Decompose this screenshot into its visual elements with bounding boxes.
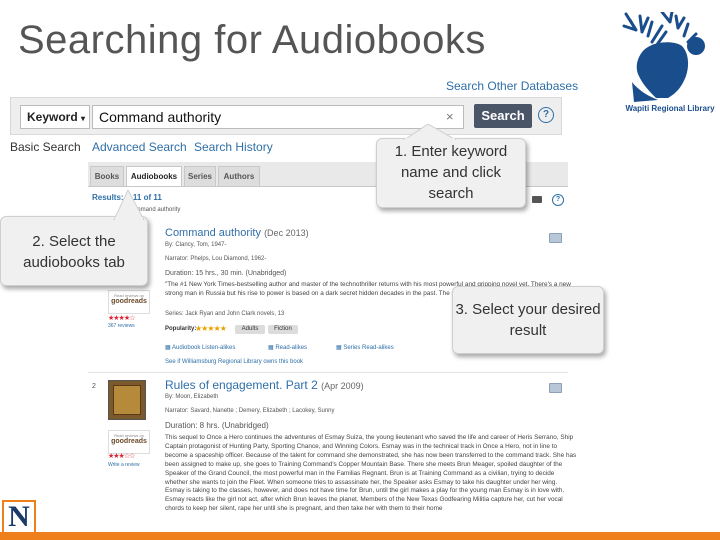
result2-duration: Duration: 8 hrs. (Unabridged) bbox=[165, 421, 269, 430]
result-divider bbox=[88, 372, 568, 373]
search-other-databases-link[interactable]: Search Other Databases bbox=[446, 79, 578, 93]
tab-books[interactable]: Books bbox=[90, 166, 124, 186]
callout-step2-text: 2. Select the audiobooks tab bbox=[23, 233, 125, 271]
result1-tag-fiction[interactable]: Fiction bbox=[268, 325, 298, 334]
help-icon[interactable]: ? bbox=[538, 107, 554, 123]
result1-readalikes-link[interactable]: ▦ Read-alikes bbox=[268, 344, 307, 351]
n-logo: N bbox=[2, 500, 36, 534]
search-button[interactable]: Search bbox=[474, 104, 532, 128]
result1-narrator: Narrator: Phelps, Lou Diamond, 1962- bbox=[165, 256, 267, 262]
result1-popularity-stars: ★★★★★ bbox=[195, 324, 227, 333]
result2-cover-image[interactable] bbox=[108, 380, 146, 420]
tab-audiobooks[interactable]: Audiobooks bbox=[126, 166, 182, 186]
result1-popularity-label: Popularity: bbox=[165, 326, 197, 332]
goodreads-logo: goodreads bbox=[111, 438, 147, 445]
print-icon[interactable] bbox=[532, 196, 542, 203]
slide-title: Searching for Audiobooks bbox=[18, 18, 486, 62]
result2-goodreads-stars: ★★★☆☆ bbox=[108, 453, 135, 460]
tab-authors[interactable]: Authors bbox=[218, 166, 260, 186]
result2-add-folder-icon[interactable] bbox=[549, 383, 562, 393]
search-history-link[interactable]: Search History bbox=[194, 140, 273, 154]
callout-step2-pointer bbox=[113, 190, 145, 220]
callout-step1-text: 1. Enter keyword name and click search bbox=[394, 143, 508, 202]
result1-series[interactable]: Series: Jack Ryan and John Clark novels,… bbox=[165, 311, 284, 317]
result2-narrator: Narrator: Savard, Nanette ; Demery, Eliz… bbox=[165, 408, 335, 414]
result1-goodreads-badge[interactable]: Read reviews on goodreads bbox=[108, 290, 150, 314]
readalikes-icon: ▦ bbox=[268, 345, 274, 351]
result1-add-folder-icon[interactable] bbox=[549, 233, 562, 243]
result1-tag-adults[interactable]: Adults bbox=[235, 325, 265, 334]
callout-step2: 2. Select the audiobooks tab bbox=[0, 216, 148, 286]
result1-date: (Dec 2013) bbox=[264, 228, 309, 238]
readalikes-label[interactable]: Read-alikes bbox=[275, 345, 307, 351]
series-readalikes-icon: ▦ bbox=[336, 345, 342, 351]
result1-title[interactable]: Command authority bbox=[165, 227, 261, 239]
series-readalikes-label[interactable]: Series Read-alikes bbox=[343, 345, 393, 351]
tab-series[interactable]: Series bbox=[184, 166, 216, 186]
result1-goodreads-stars: ★★★★☆ bbox=[108, 315, 135, 322]
result2-date: (Apr 2009) bbox=[321, 381, 364, 391]
search-type-select[interactable]: Keyword ▾ bbox=[20, 105, 90, 129]
result1-duration: Duration: 15 hrs., 30 min. (Unabridged) bbox=[165, 270, 287, 277]
result1-title-link[interactable]: Command authority (Dec 2013) bbox=[165, 227, 309, 239]
clear-search-icon[interactable]: × bbox=[446, 109, 454, 124]
result1-audiobook-listenalikes-link[interactable]: ▦ Audiobook Listen-alikes bbox=[165, 344, 235, 351]
callout-step3-text: 3. Select your desired result bbox=[455, 301, 601, 339]
listenalikes-icon: ▦ bbox=[165, 345, 171, 351]
basic-search-link[interactable]: Basic Search bbox=[10, 140, 81, 154]
callout-step3: 3. Select your desired result bbox=[452, 286, 604, 354]
result1-reviews-link[interactable]: 367 reviews bbox=[108, 323, 135, 329]
footer-bar bbox=[0, 532, 720, 540]
result2-title-link[interactable]: Rules of engagement. Part 2 (Apr 2009) bbox=[165, 378, 364, 392]
result2-number: 2 bbox=[92, 383, 96, 390]
result1-series-readalikes-link[interactable]: ▦ Series Read-alikes bbox=[336, 344, 394, 351]
result1-library-owns-link[interactable]: See if Williamsburg Regional Library own… bbox=[165, 359, 303, 365]
n-logo-letter: N bbox=[8, 500, 30, 533]
result1-author: By: Clancy, Tom, 1947- bbox=[165, 242, 227, 248]
search-type-label: Keyword bbox=[27, 110, 78, 124]
result2-title[interactable]: Rules of engagement. Part 2 bbox=[165, 378, 318, 392]
result2-description: This sequel to Once a Hero continues the… bbox=[165, 434, 577, 513]
result2-author: By: Moon, Elizabeth bbox=[165, 394, 219, 400]
advanced-search-link[interactable]: Advanced Search bbox=[92, 140, 187, 154]
dropdown-caret-icon: ▾ bbox=[81, 114, 86, 123]
callout-step1: 1. Enter keyword name and click search bbox=[376, 138, 526, 208]
library-logo-text: Wapiti Regional Library bbox=[625, 104, 715, 113]
result2-goodreads-badge[interactable]: Read reviews on goodreads bbox=[108, 430, 150, 454]
listenalikes-label[interactable]: Audiobook Listen-alikes bbox=[172, 345, 235, 351]
results-help-icon[interactable]: ? bbox=[552, 194, 564, 206]
callout-step1-pointer bbox=[403, 124, 458, 140]
result2-write-review-link[interactable]: Write a review bbox=[108, 462, 140, 468]
goodreads-logo: goodreads bbox=[111, 298, 147, 305]
